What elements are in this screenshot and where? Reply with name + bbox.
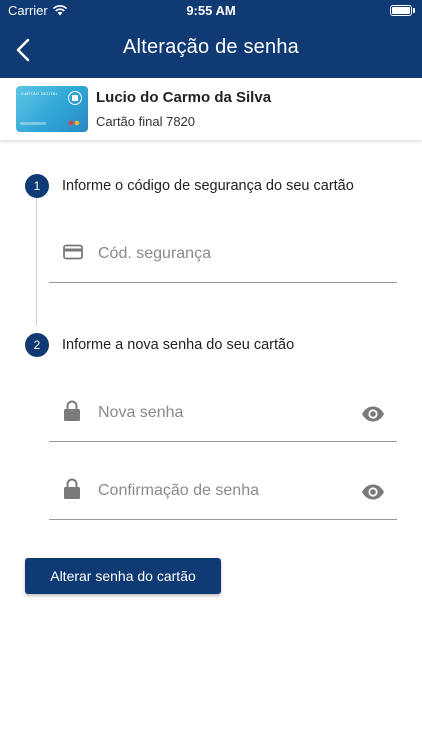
new-password-placeholder: Nova senha [98,404,184,421]
confirm-password-placeholder: Confirmação de senha [98,482,259,499]
lock-icon [64,400,80,421]
security-code-placeholder: Cód. segurança [98,245,211,262]
card-thumb-label: CARTÃO DIGITAL [21,91,59,96]
step-label-2: Informe a nova senha do seu cartão [62,337,295,353]
lock-icon [64,478,80,499]
card-brand-icon [68,120,82,126]
step-number-2: 2 [25,333,49,357]
nav-bar: Alteração de senha [0,22,422,78]
new-password-field[interactable]: Nova senha [49,389,397,442]
step-number-1: 1 [25,174,49,198]
eye-icon[interactable] [361,483,385,501]
card-summary: CARTÃO DIGITAL Lucio do Carmo da Silva C… [0,78,422,140]
page-title: Alteração de senha [123,36,299,58]
card-logo-icon [68,91,82,105]
card-number-label: Cartão final 7820 [96,114,196,129]
card-thumbnail: CARTÃO DIGITAL [16,86,88,132]
step-label-1: Informe o código de segurança do seu car… [62,178,354,194]
credit-card-icon [63,244,83,260]
eye-icon[interactable] [361,405,385,423]
card-holder-name: Lucio do Carmo da Silva [96,89,272,106]
change-password-button[interactable]: Alterar senha do cartão [25,558,221,594]
card-stripe [20,122,46,125]
battery-icon [390,5,415,16]
confirm-password-field[interactable]: Confirmação de senha [49,467,397,520]
step-connector-line [36,196,37,326]
status-bar: Carrier 9:55 AM [0,0,422,22]
status-time: 9:55 AM [186,3,236,18]
security-code-field[interactable]: Cód. segurança [49,230,397,283]
app-header: Carrier 9:55 AM Alteração de senha [0,0,422,78]
